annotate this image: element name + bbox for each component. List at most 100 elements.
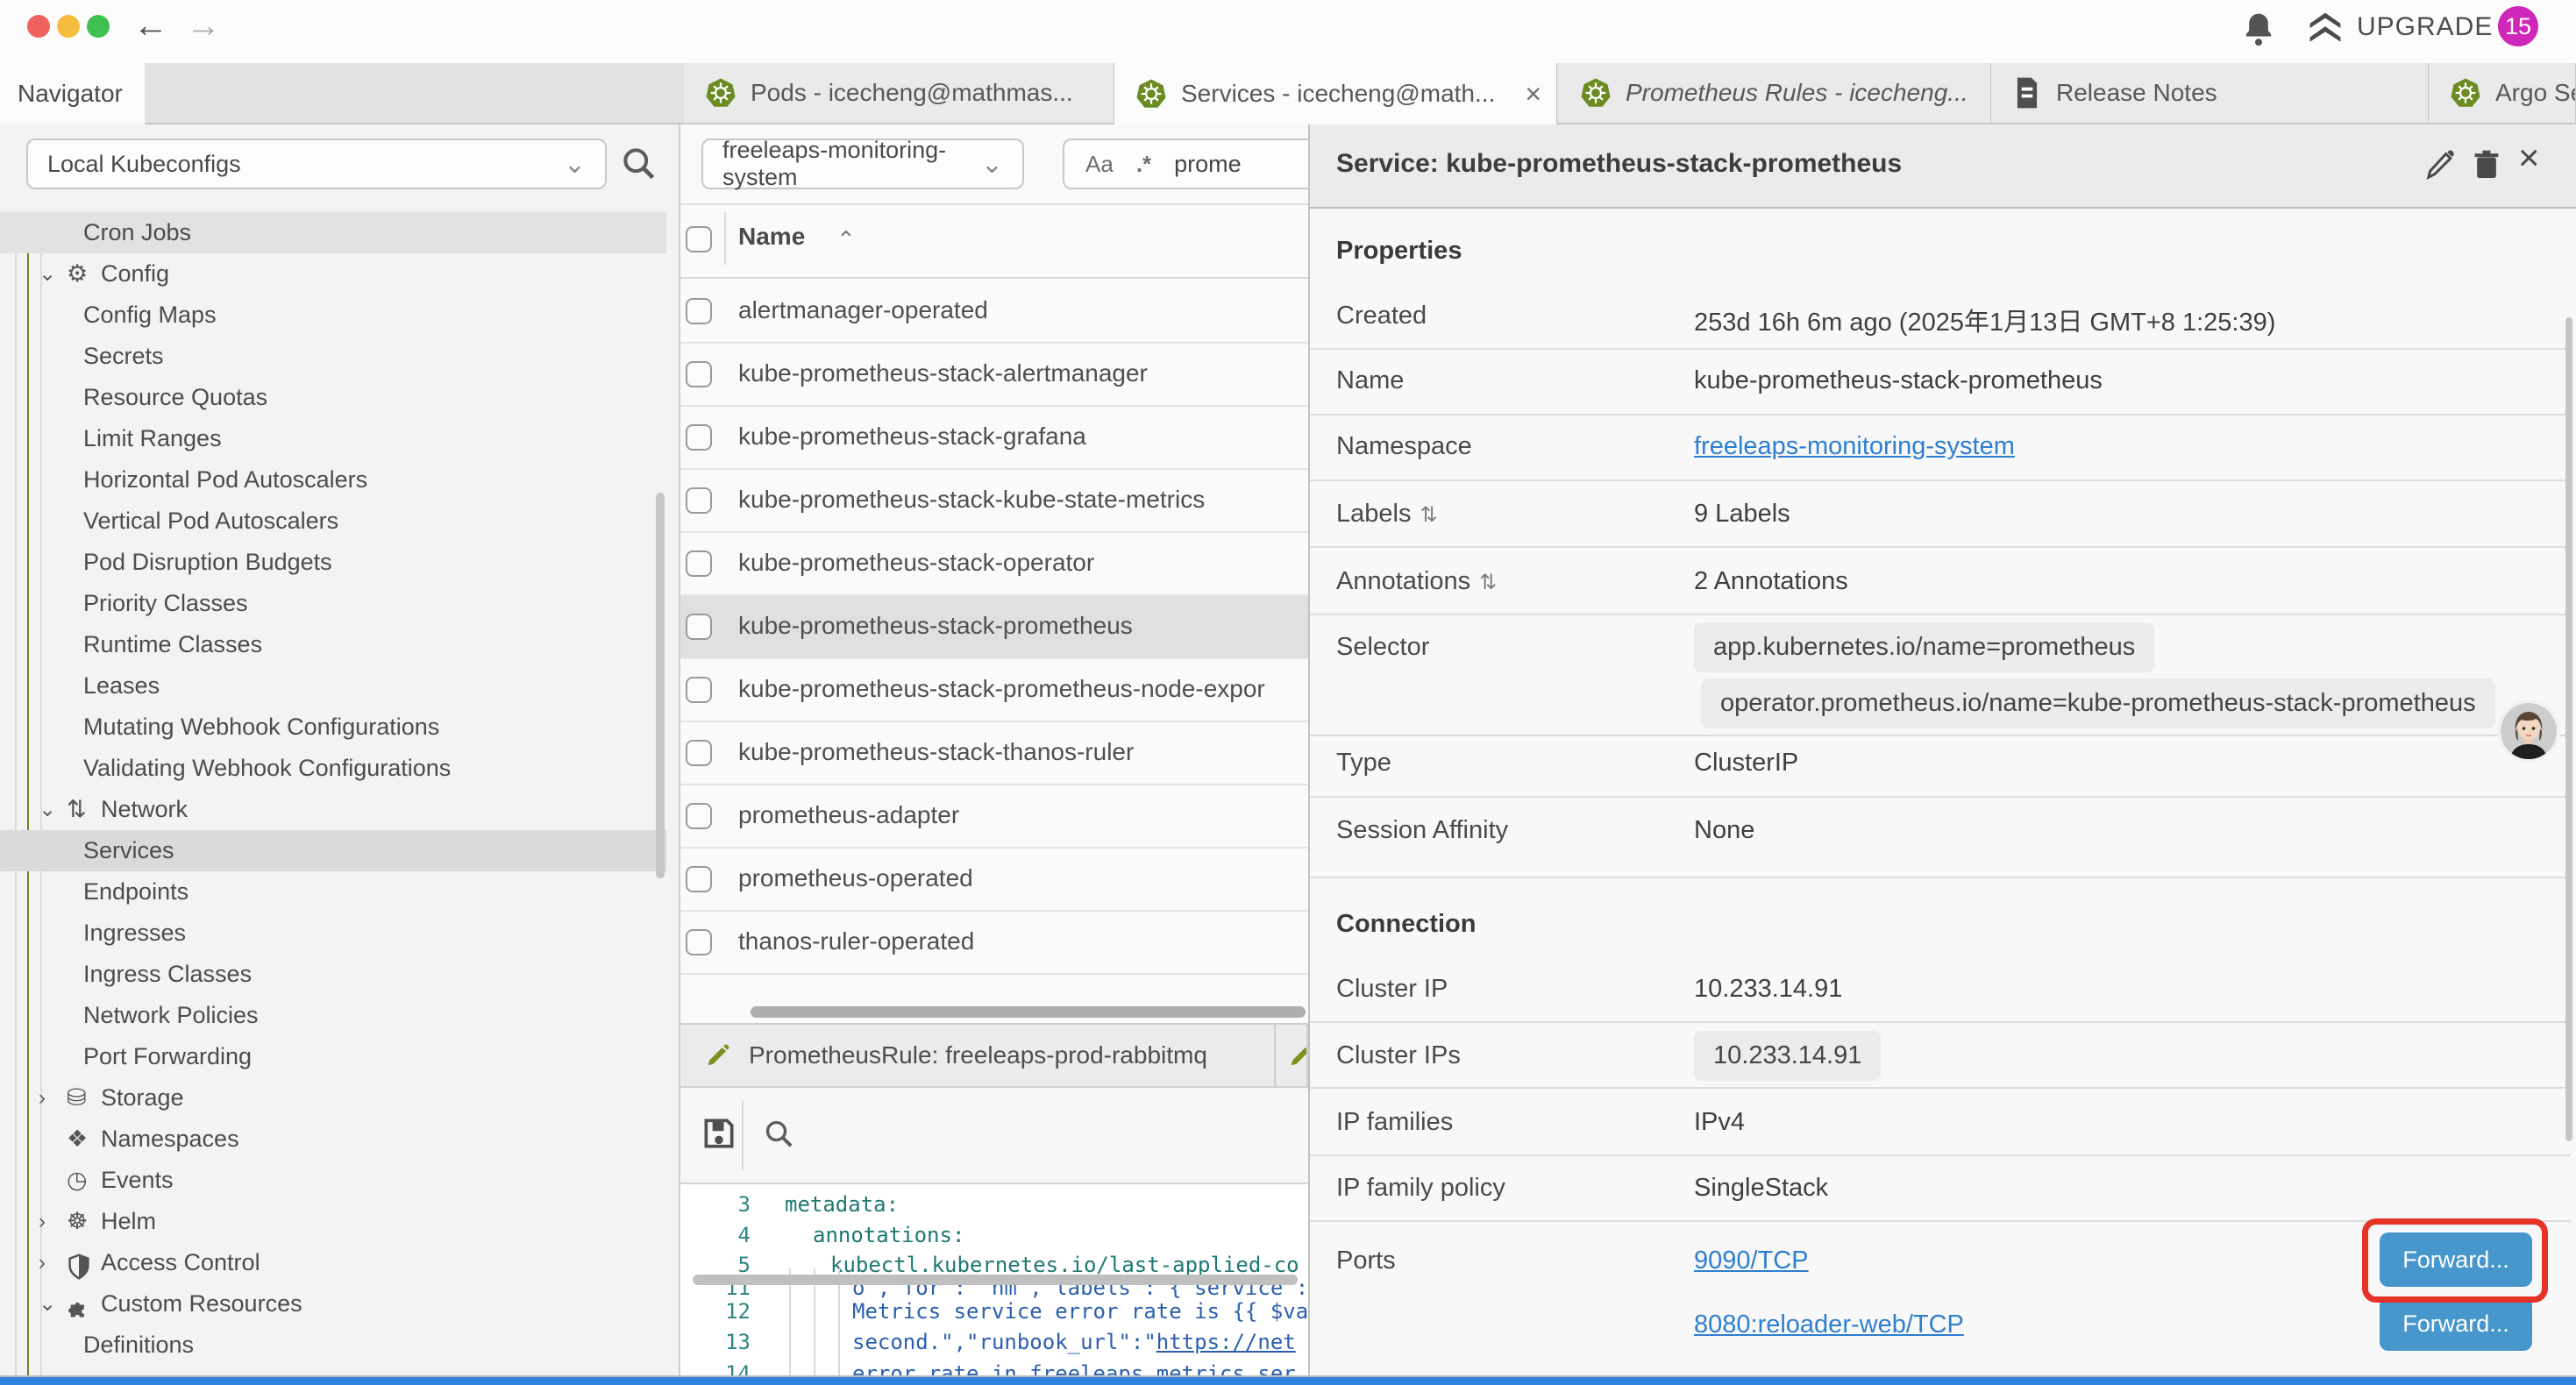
edit-pencil-icon[interactable]	[2423, 147, 2459, 182]
notification-count-badge[interactable]: 15	[2498, 6, 2538, 46]
sidebar-item-limit-ranges[interactable]: Limit Ranges	[0, 418, 666, 459]
sidebar-item-vertical-pod-autoscalers[interactable]: Vertical Pod Autoscalers	[0, 501, 666, 542]
editor-horizontal-scrollbar[interactable]	[693, 1275, 1298, 1285]
sidebar-item-cron-jobs[interactable]: Cron Jobs	[0, 212, 666, 253]
yaml-editor[interactable]: 3metadata: 4annotations: 5kubectl.kubern…	[680, 1183, 1308, 1378]
sort-icon[interactable]: ⇅	[1420, 503, 1437, 527]
row-checkbox[interactable]	[686, 424, 712, 451]
row-checkbox[interactable]	[686, 487, 712, 514]
tab-argo[interactable]: Argo Se	[2429, 63, 2576, 123]
close-window-button[interactable]	[27, 15, 50, 38]
save-icon[interactable]	[700, 1114, 738, 1153]
sidebar-item-custom-resources[interactable]: ⌄Custom Resources	[0, 1283, 666, 1325]
notifications-bell-icon[interactable]	[2241, 11, 2276, 49]
sidebar-search-icon[interactable]	[619, 144, 658, 182]
row-checkbox[interactable]	[686, 614, 712, 640]
close-panel-icon[interactable]: ×	[2518, 137, 2540, 179]
regex-toggle[interactable]: .*	[1136, 151, 1151, 178]
table-row[interactable]: kube-prometheus-stack-thanos-ruler	[680, 722, 1308, 785]
line-number: 13	[680, 1327, 751, 1358]
close-tab-icon[interactable]: ×	[1525, 78, 1541, 110]
property-label: Name	[1336, 366, 1404, 395]
row-checkbox[interactable]	[686, 361, 712, 387]
name-column-header[interactable]: Name	[738, 223, 805, 251]
sidebar-item-mutating-webhook-configurations[interactable]: Mutating Webhook Configurations	[0, 707, 666, 748]
row-checkbox[interactable]	[686, 866, 712, 892]
sidebar-item-pod-disruption-budgets[interactable]: Pod Disruption Budgets	[0, 542, 666, 583]
table-horizontal-scrollbar[interactable]	[751, 1006, 1306, 1018]
sidebar-item-storage[interactable]: ›⛁Storage	[0, 1077, 666, 1119]
sidebar-item-validating-webhook-configurations[interactable]: Validating Webhook Configurations	[0, 748, 666, 789]
maximize-window-button[interactable]	[87, 15, 110, 38]
table-row-selected[interactable]: kube-prometheus-stack-prometheus	[680, 596, 1308, 659]
toolbar-divider	[742, 1100, 744, 1170]
sidebar-item-events[interactable]: ◷Events	[0, 1160, 666, 1201]
row-divider	[1310, 796, 2571, 798]
table-row[interactable]: thanos-ruler-operated	[680, 912, 1308, 975]
namespace-link[interactable]: freeleaps-monitoring-system	[1694, 432, 2015, 461]
forward-port-button[interactable]: Forward...	[2380, 1296, 2532, 1351]
back-icon[interactable]: ←	[133, 8, 168, 43]
table-row[interactable]: kube-prometheus-stack-kube-state-metrics	[680, 470, 1308, 533]
sidebar-scrollbar[interactable]	[656, 493, 665, 878]
sidebar-item-namespaces[interactable]: ❖Namespaces	[0, 1119, 666, 1160]
table-row[interactable]: prometheus-operated	[680, 849, 1308, 912]
sidebar-item-ingress-classes[interactable]: Ingress Classes	[0, 954, 666, 995]
code-line: second.","runbook_url":"https://net	[852, 1327, 1296, 1358]
tab-release-notes[interactable]: Release Notes	[1991, 63, 2429, 123]
row-checkbox[interactable]	[686, 298, 712, 324]
row-checkbox[interactable]	[686, 550, 712, 577]
tab-services[interactable]: Services - icecheng@math... ×	[1114, 63, 1557, 124]
row-checkbox[interactable]	[686, 740, 712, 766]
delete-trash-icon[interactable]	[2469, 147, 2504, 182]
sidebar-item-definitions[interactable]: Definitions	[0, 1325, 666, 1366]
sort-icon[interactable]: ⇅	[1479, 571, 1497, 594]
table-row[interactable]: kube-prometheus-stack-alertmanager	[680, 344, 1308, 407]
sidebar-item-secrets[interactable]: Secrets	[0, 336, 666, 377]
tab-pods[interactable]: Pods - icecheng@mathmas...	[684, 63, 1114, 123]
editor-tab-prometheusrule[interactable]: PrometheusRule: freeleaps-prod-rabbitmq	[680, 1025, 1276, 1086]
table-row[interactable]: prometheus-adapter	[680, 785, 1308, 849]
table-row[interactable]: kube-prometheus-stack-grafana	[680, 407, 1308, 470]
table-row[interactable]: kube-prometheus-stack-operator	[680, 533, 1308, 596]
sidebar-item-config[interactable]: ⌄⚙Config	[0, 253, 666, 295]
sidebar-item-endpoints[interactable]: Endpoints	[0, 871, 666, 913]
sidebar-item-access-control[interactable]: ›Access Control	[0, 1242, 666, 1283]
port-link[interactable]: 8080:reloader-web/TCP	[1694, 1310, 1964, 1339]
minimize-window-button[interactable]	[57, 15, 80, 38]
sidebar-item-helm[interactable]: ›☸Helm	[0, 1201, 666, 1242]
sidebar-item-port-forwarding[interactable]: Port Forwarding	[0, 1036, 666, 1077]
avatar[interactable]	[2497, 700, 2560, 763]
forward-icon[interactable]: →	[186, 8, 221, 43]
sidebar-item-horizontal-pod-autoscalers[interactable]: Horizontal Pod Autoscalers	[0, 459, 666, 501]
code-line: annotations:	[813, 1220, 964, 1251]
match-case-toggle[interactable]: Aa	[1085, 151, 1114, 178]
sidebar-item-services[interactable]: Services	[0, 830, 666, 871]
list-search-input[interactable]: Aa .* prome	[1063, 138, 1308, 189]
sidebar-item-resource-quotas[interactable]: Resource Quotas	[0, 377, 666, 418]
sidebar-item-network-policies[interactable]: Network Policies	[0, 995, 666, 1036]
sidebar-item-ingresses[interactable]: Ingresses	[0, 913, 666, 954]
row-divider	[1310, 1021, 2571, 1023]
sidebar-item-leases[interactable]: Leases	[0, 665, 666, 707]
select-all-checkbox[interactable]	[686, 226, 712, 252]
port-link[interactable]: 9090/TCP	[1694, 1246, 1809, 1275]
sidebar-item-network[interactable]: ⌄⇅Network	[0, 789, 666, 830]
row-checkbox[interactable]	[686, 677, 712, 703]
editor-search-icon[interactable]	[761, 1116, 796, 1151]
row-checkbox[interactable]	[686, 929, 712, 955]
namespace-filter-select[interactable]: freeleaps-monitoring-system ⌄	[701, 138, 1024, 189]
editor-tab-next-partial[interactable]	[1277, 1025, 1308, 1086]
table-row[interactable]: alertmanager-operated	[680, 281, 1308, 344]
kubeconfig-selector[interactable]: Local Kubeconfigs ⌄	[26, 138, 607, 189]
sidebar-item-config-maps[interactable]: Config Maps	[0, 295, 666, 336]
row-checkbox[interactable]	[686, 803, 712, 829]
detail-panel-scrollbar[interactable]	[2565, 317, 2572, 1141]
sidebar-item-runtime-classes[interactable]: Runtime Classes	[0, 624, 666, 665]
sidebar-item-priority-classes[interactable]: Priority Classes	[0, 583, 666, 624]
upgrade-label[interactable]: UPGRADE	[2357, 12, 2493, 42]
upgrade-chevrons-icon[interactable]	[2306, 9, 2345, 47]
table-row[interactable]: kube-prometheus-stack-prometheus-node-ex…	[680, 659, 1308, 722]
tab-prometheus-rules[interactable]: Prometheus Rules - icecheng...	[1559, 63, 1991, 123]
tab-navigator[interactable]: Navigator	[0, 63, 145, 124]
